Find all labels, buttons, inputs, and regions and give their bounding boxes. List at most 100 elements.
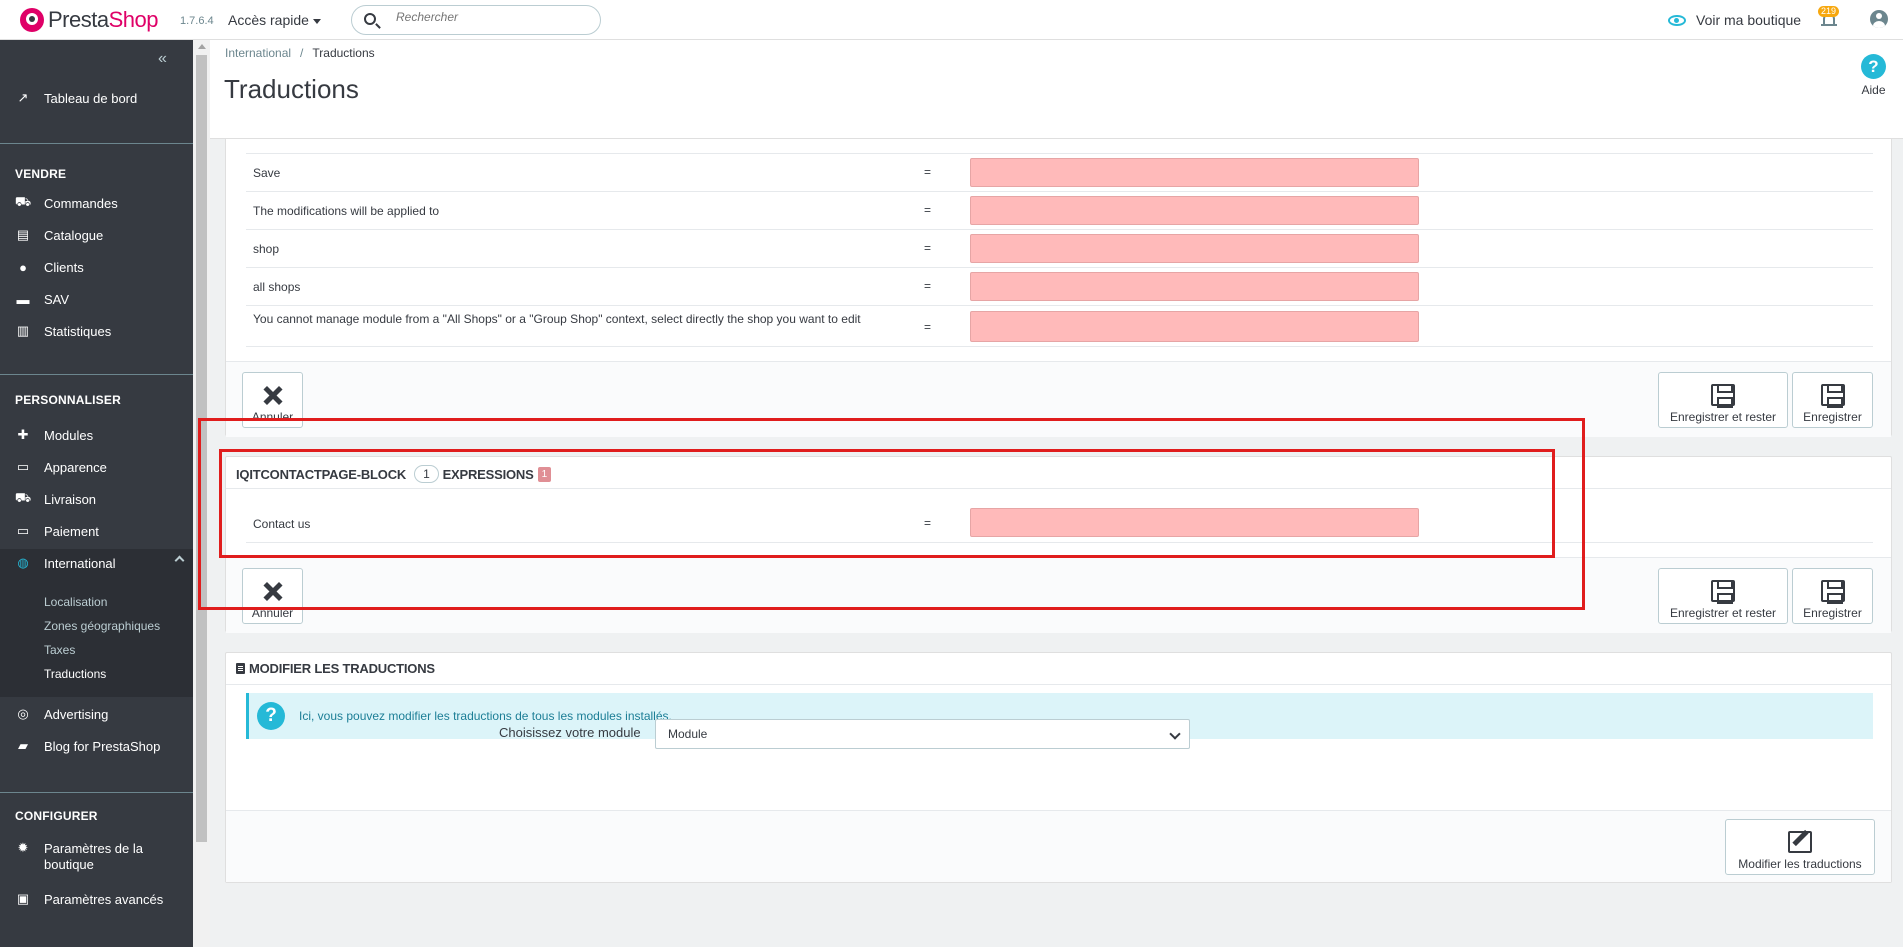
question-icon: ? [257, 702, 285, 730]
view-shop-label: Voir ma boutique [1696, 12, 1802, 28]
scrollbar-thumb[interactable] [196, 55, 207, 842]
panel-heading: IQITCONTACTPAGE-BLOCK 1 EXPRESSIONS 1 [226, 457, 1891, 489]
sidebar-item-international[interactable]: ◍ International [0, 549, 193, 577]
sidebar-item-stats[interactable]: ▥ Statistiques [0, 317, 193, 345]
trend-icon: ↗ [17, 90, 29, 105]
prestashop-logo-icon [20, 8, 44, 32]
expressions-count-badge: 1 [414, 465, 439, 483]
target-icon: ◎ [17, 706, 29, 721]
help-button[interactable]: ? Aide [1861, 54, 1886, 97]
bookmark-icon: ▰ [18, 738, 28, 753]
sidebar-item-shop-params[interactable]: ✹ Paramètres de la boutique [0, 837, 193, 873]
translation-field[interactable] [970, 158, 1419, 187]
sidebar: « ↗ Tableau de bord VENDRE ⛟ Commandes ▤… [0, 40, 193, 947]
close-icon [261, 384, 285, 406]
top-header: PrestaShop 1.7.6.4 Accès rapide Voir ma … [0, 0, 1903, 40]
sidebar-item-advanced-params[interactable]: ▣ Paramètres avancés [0, 885, 193, 913]
caret-down-icon [312, 18, 321, 24]
bar-chart-icon: ▥ [16, 323, 30, 338]
table-row: The modifications will be applied to = [246, 192, 1873, 230]
settings-box-icon: ▣ [16, 891, 30, 906]
save-and-stay-button[interactable]: Enregistrer et rester [1658, 568, 1788, 624]
main-scrollbar[interactable] [193, 40, 210, 947]
save-and-stay-button[interactable]: Enregistrer et rester [1658, 372, 1788, 428]
basket-icon: ⛟ [14, 194, 32, 209]
breadcrumb-current: Traductions [312, 46, 375, 60]
translation-field[interactable] [970, 272, 1419, 301]
module-select[interactable]: Module [655, 719, 1190, 749]
modify-translations-panel: MODIFIER LES TRADUCTIONS ? Ici, vous pou… [225, 652, 1892, 883]
quick-access-dropdown[interactable]: Accès rapide [228, 12, 321, 28]
translation-field[interactable] [970, 234, 1419, 263]
table-row: Contact us = [246, 507, 1873, 543]
chevron-up-icon [174, 555, 185, 566]
save-icon [1711, 384, 1735, 408]
save-icon [1820, 384, 1845, 408]
sidebar-item-catalog[interactable]: ▤ Catalogue [0, 221, 193, 249]
quick-access-label: Accès rapide [228, 12, 309, 28]
sidebar-subitem-translations[interactable]: Traductions [44, 667, 106, 681]
store-icon: ▤ [16, 227, 30, 242]
sidebar-subitem-zones[interactable]: Zones géographiques [44, 619, 160, 633]
search-box[interactable] [351, 5, 601, 35]
collapse-sidebar-icon[interactable]: « [158, 50, 167, 68]
sidebar-item-appearance[interactable]: ▭ Apparence [0, 453, 193, 481]
user-icon[interactable] [1870, 10, 1888, 28]
table-row: all shops = [246, 268, 1873, 306]
scroll-up-arrow-icon[interactable] [198, 44, 206, 49]
logo-text-shop: Shop [108, 7, 159, 32]
save-icon [1820, 580, 1845, 604]
breadcrumb-international[interactable]: International [225, 46, 291, 60]
page-header: International / Traductions Traductions ? … [210, 40, 1903, 139]
prestashop-logo[interactable]: PrestaShop [20, 7, 158, 33]
sidebar-item-payment[interactable]: ▭ Paiement [0, 517, 193, 545]
sidebar-item-blog[interactable]: ▰ Blog for PrestaShop [0, 732, 193, 760]
notification-badge: 219 [1818, 6, 1840, 17]
monitor-icon: ▭ [16, 459, 30, 474]
sidebar-item-advertising[interactable]: ◎ Advertising [0, 700, 193, 728]
table-row: Save = [246, 154, 1873, 192]
module-name: IQITCONTACTPAGE-BLOCK [236, 466, 407, 482]
panel-title: MODIFIER LES TRADUCTIONS [249, 661, 435, 676]
version-label: 1.7.6.4 [180, 15, 214, 27]
sidebar-subitem-localisation[interactable]: Localisation [44, 595, 107, 609]
search-icon [364, 13, 376, 25]
eye-icon [1668, 14, 1686, 26]
section-configure: CONFIGURER [15, 809, 98, 823]
view-shop-link[interactable]: Voir ma boutique [1668, 12, 1801, 28]
save-icon [1711, 580, 1735, 604]
modify-translations-button[interactable]: Modifier les traductions [1725, 819, 1875, 875]
account-icon: ● [19, 259, 27, 275]
close-icon [261, 580, 285, 602]
sidebar-item-customers[interactable]: ● Clients [0, 253, 193, 281]
translations-panel-iqitcontactpage: IQITCONTACTPAGE-BLOCK 1 EXPRESSIONS 1 Co… [225, 456, 1892, 633]
gear-icon: ✹ [17, 840, 29, 855]
sidebar-item-modules[interactable]: ✚ Modules [0, 421, 193, 449]
puzzle-icon: ✚ [17, 427, 29, 442]
page-title: Traductions [224, 74, 359, 104]
sidebar-subitem-taxes[interactable]: Taxes [44, 643, 75, 657]
sidebar-item-orders[interactable]: ⛟ Commandes [0, 189, 193, 217]
sidebar-item-shipping[interactable]: ⛟ Livraison [0, 485, 193, 513]
sidebar-item-sav[interactable]: ▬ SAV [0, 285, 193, 313]
edit-icon [1788, 831, 1812, 853]
translation-field[interactable] [970, 311, 1419, 342]
search-input[interactable] [396, 10, 586, 24]
panel-footer: Annuler Enregistrer et rester Enregistre… [226, 361, 1891, 437]
cancel-button[interactable]: Annuler [242, 372, 303, 428]
missing-count-badge: 1 [537, 466, 551, 482]
section-sell: VENDRE [15, 167, 67, 181]
table-row: shop = [246, 230, 1873, 268]
save-button[interactable]: Enregistrer [1792, 372, 1873, 428]
breadcrumb: International / Traductions [225, 46, 375, 60]
question-icon: ? [1861, 54, 1886, 79]
cancel-button[interactable]: Annuler [242, 568, 303, 624]
translation-field[interactable] [970, 508, 1419, 537]
translation-field[interactable] [970, 196, 1419, 225]
sidebar-item-dashboard[interactable]: ↗ Tableau de bord [0, 84, 193, 112]
panel-footer: Annuler Enregistrer et rester Enregistre… [226, 557, 1891, 633]
save-button[interactable]: Enregistrer [1792, 568, 1873, 624]
panel-footer: Modifier les traductions [226, 810, 1891, 882]
panel-heading: MODIFIER LES TRADUCTIONS [226, 653, 1891, 685]
file-text-icon [236, 663, 245, 674]
